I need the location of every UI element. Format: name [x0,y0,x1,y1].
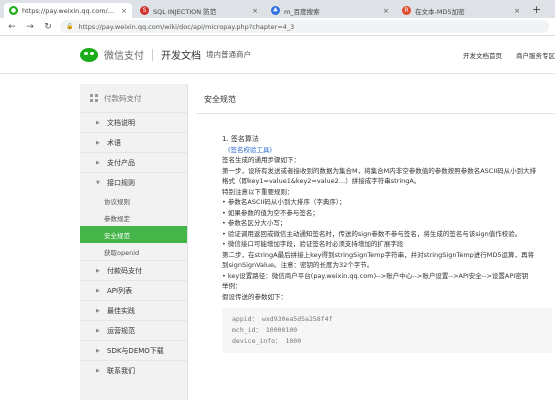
article-line: 假设传送的参数如下： [222,292,287,301]
grid-icon [90,94,98,102]
sidebar-item[interactable]: ▶ 联系我们 [80,360,187,380]
sidebar-item-label: 文档说明 [107,118,135,127]
sidebar-item[interactable]: ▶ 运营规范 [80,320,187,340]
article-line: 格式（即key1=value1&key2=value2…）拼接成字符串strin… [222,177,421,185]
section-title: 安全规范 [196,84,555,114]
url-input[interactable]: 🔒 https://pay.weixin.qq.com/wiki/doc/api… [60,20,549,33]
sidebar-item-label: 运营规范 [107,326,135,335]
sidebar-item[interactable]: ▶ 付款码支付 [80,260,187,280]
sidebar-header[interactable]: 付款码支付 [80,84,187,112]
article-body: 1. 签名算法 (签名校验工具) 签名生成的通用步骤如下： 第一步，设所有发送或者接收… [196,114,555,353]
arrow-right-icon[interactable]: → [24,21,36,33]
sidebar-item[interactable]: ▶ 最佳实践 [80,300,187,320]
sidebar-item[interactable]: ▶ 支付产品 [80,152,187,172]
chevron-right-icon: ▶ [96,347,100,354]
favicon-icon: R [402,6,411,15]
sidebar-subitem[interactable]: 参数规定 [80,209,187,226]
sidebar-title: 付款码支付 [104,93,142,103]
sidebar-item-label: 支付产品 [107,158,135,167]
sidebar-item[interactable]: ▶ SDK与DEMO下载 [80,340,187,360]
address-bar: ← → ↻ 🔒 https://pay.weixin.qq.com/wiki/d… [0,18,555,36]
article-line: • 验证调用返回或微信主动通知签名时，传送的sign参数不参与签名，将生成的签名… [222,229,522,238]
tab-title: m_百度搜索 [284,7,320,16]
signature-tool-link[interactable]: (签名校验工具) [222,145,555,156]
main-content: 安全规范 1. 签名算法 (签名校验工具) 签名生成的通用步骤如下： 第一步，设所有发… [196,84,555,353]
sidebar-subitem[interactable]: 获取openid [80,243,187,260]
browser-tab[interactable]: R 在文本-MD5加密 × [397,3,525,18]
article-line: 1. 签名算法 [222,135,259,143]
chevron-right-icon: ▶ [96,159,100,166]
article-line: 签名生成的通用步骤如下： [222,156,300,164]
sidebar-item-label: 联系我们 [107,366,135,375]
doc-subtitle[interactable]: 境内普通商户 [206,49,251,60]
sidebar: 付款码支付 ▶ 文档说明 ▶ 术语 ▶ 支付产品 ▼ 接口规则协议规则 参数规定 安全规范 获取op… [80,84,188,400]
article-line: 到signSignValue。注意：密钥的长度为32个字节。 [222,261,374,269]
chevron-right-icon: ▶ [96,307,100,314]
sidebar-item[interactable]: ▼ 接口规则 [80,172,187,192]
browser-tab[interactable]: ♣ m_百度搜索 × [266,3,394,18]
article-line: • 参数名区分大小写； [222,219,287,227]
site-header: 微信支付 开发文档 境内普通商户 开发文档首页 商户服务专区 [0,36,555,74]
new-tab-button[interactable]: + [532,3,541,18]
chevron-right-icon: ▶ [96,367,100,374]
article-line: 第二步，在stringA最后拼接上key得到stringSignTemp字符串，… [222,250,535,259]
sidebar-item[interactable]: ▶ 文档说明 [80,112,187,132]
code-line: device_info： 1000 [232,337,302,345]
header-divider [152,48,153,61]
arrow-left-icon[interactable]: ← [6,21,18,33]
wechat-pay-logo-icon [80,47,98,62]
chevron-right-icon: ▶ [96,139,100,146]
article-line: 举例： [222,282,242,290]
sidebar-item-label: 接口规则 [107,178,135,187]
chevron-right-icon: ▶ [96,327,100,334]
sidebar-item[interactable]: ▶ 术语 [80,132,187,152]
tab-title: 在文本-MD5加密 [415,7,465,16]
article-line: • key设置路径：微信商户平台(pay.weixin.qq.com)-->账户… [222,271,529,280]
lock-icon: 🔒 [66,23,74,30]
close-icon[interactable]: × [121,7,127,15]
tab-title: https://pay.weixin.qq.com/wik [22,6,119,15]
browser-tab[interactable]: ● https://pay.weixin.qq.com/wik × [4,3,132,18]
chevron-down-icon: ▼ [96,179,100,186]
logo-text[interactable]: 微信支付 [104,47,144,62]
article-line: 特别注意以下重要规则： [222,187,294,196]
browser-tab[interactable]: S SQL INJECTION 防范 × [135,3,263,18]
code-line: appid： wxd930ea5d5a258f4f [232,315,333,323]
header-link-docs-home[interactable]: 开发文档首页 [463,50,502,60]
header-links: 开发文档首页 商户服务专区 [463,50,555,60]
close-icon[interactable]: × [383,7,389,15]
sidebar-subitem[interactable]: 协议规则 [80,192,187,209]
favicon-icon: ● [9,6,18,15]
tab-title: SQL INJECTION 防范 [153,7,217,16]
sidebar-subitem[interactable]: 安全规范 [80,226,187,243]
close-icon[interactable]: × [252,7,258,15]
chevron-right-icon: ▶ [96,119,100,126]
sidebar-item[interactable]: ▶ API列表 [80,280,187,300]
chevron-right-icon: ▶ [96,287,100,294]
browser-tab-bar: ● https://pay.weixin.qq.com/wik × S SQL INJE… [0,0,555,18]
code-line: mch_id： 10000100 [232,326,298,334]
code-block: appid： wxd930ea5d5a258f4f mch_id： 1000010… [222,308,552,353]
url-text: https://pay.weixin.qq.com/wiki/doc/api/m… [78,22,295,31]
article-line: 第一步，设所有发送或者接收到的数据为集合M，将集合M内非空参数值的参数按照参数名… [222,166,537,175]
article-line: • 参数名ASCII码从小到大排序（字典序）； [222,198,346,206]
sidebar-item-label: 术语 [107,138,121,147]
favicon-icon: S [140,6,149,15]
close-icon[interactable]: × [514,7,520,15]
article-line: • 如果参数的值为空不参与签名； [222,208,319,217]
favicon-icon: ♣ [271,6,280,15]
reload-icon[interactable]: ↻ [42,21,54,33]
sidebar-item-label: 最佳实践 [107,306,135,315]
sidebar-item-label: 付款码支付 [107,266,142,275]
sidebar-item-label: API列表 [107,286,133,295]
article-line: • 微信接口可能增加字段，验证签名时必须支持增加的扩展字段 [222,240,404,248]
header-link-merchant-zone[interactable]: 商户服务专区 [516,50,555,60]
chevron-right-icon: ▶ [96,267,100,274]
doc-title[interactable]: 开发文档 [161,47,201,62]
sidebar-item-label: SDK与DEMO下载 [107,346,164,355]
